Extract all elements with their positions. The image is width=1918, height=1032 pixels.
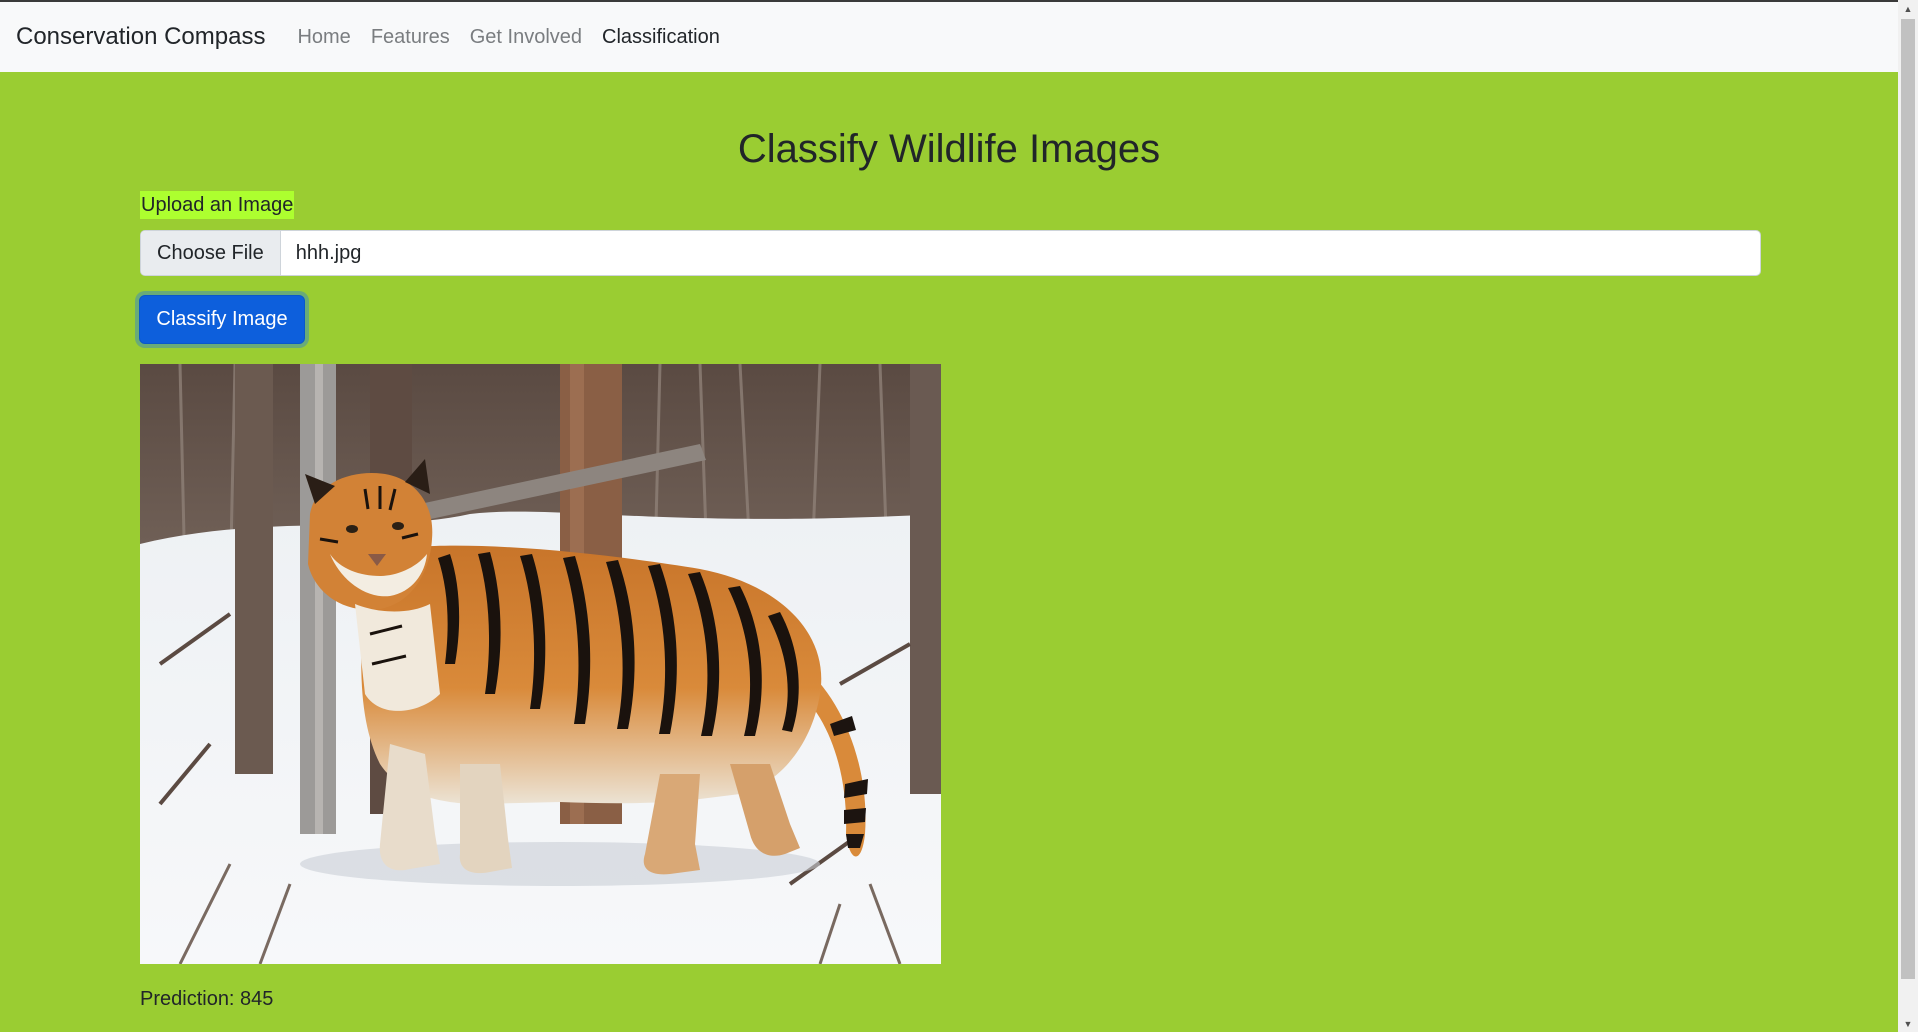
scroll-down-arrow-icon[interactable]: ▼ <box>1898 1015 1918 1032</box>
nav-link-classification[interactable]: Classification <box>592 26 730 49</box>
vertical-scrollbar[interactable]: ▲ ▼ <box>1898 0 1918 1032</box>
upload-label: Upload an Image <box>140 191 295 219</box>
choose-file-button[interactable]: Choose File <box>141 231 281 275</box>
scroll-up-arrow-icon[interactable]: ▲ <box>1898 0 1918 17</box>
nav-link-features[interactable]: Features <box>361 26 460 49</box>
prediction-result: Prediction: 845 <box>140 988 274 1010</box>
nav-link-get-involved[interactable]: Get Involved <box>460 26 592 49</box>
scroll-thumb[interactable] <box>1901 19 1915 979</box>
navbar-brand[interactable]: Conservation Compass <box>16 23 265 51</box>
navbar: Conservation Compass Home Features Get I… <box>0 2 1898 72</box>
file-input[interactable]: Choose File hhh.jpg <box>140 230 1761 276</box>
page-title: Classify Wildlife Images <box>737 127 1161 171</box>
tiger-in-snow-image <box>140 364 941 964</box>
nav-link-home[interactable]: Home <box>287 26 360 49</box>
page: Conservation Compass Home Features Get I… <box>0 0 1898 1032</box>
classify-image-button[interactable]: Classify Image <box>139 295 305 344</box>
selected-file-name: hhh.jpg <box>295 241 362 264</box>
image-preview <box>140 364 941 964</box>
